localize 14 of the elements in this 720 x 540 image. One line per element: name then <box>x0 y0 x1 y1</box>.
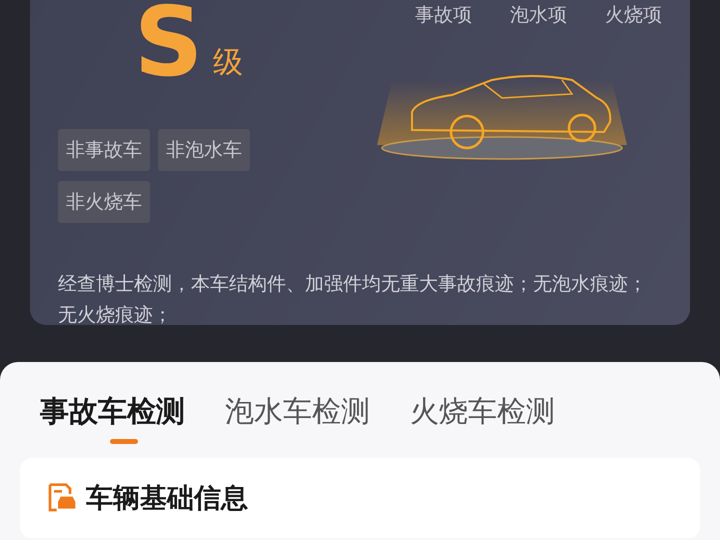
grade-suffix: 级 <box>213 44 244 82</box>
tab[interactable]: 事故车检测 <box>40 388 185 446</box>
section-title: 车辆基础信息 <box>86 482 248 516</box>
car-document-icon <box>46 482 78 514</box>
tab[interactable]: 火烧车检测 <box>410 388 555 446</box>
check-item-label: 火烧项 <box>605 3 662 28</box>
result-tag: 非火烧车 <box>58 181 150 223</box>
result-tag: 非泡水车 <box>158 129 250 171</box>
result-tag: 非事故车 <box>58 129 150 171</box>
grade-letter: S <box>134 0 204 85</box>
check-item-label: 事故项 <box>415 3 472 28</box>
tab[interactable]: 泡水车检测 <box>225 388 370 446</box>
summary-text: 经查博士检测，本车结构件、加强件均无重大事故痕迹；无泡水痕迹；无火烧痕迹； <box>58 272 648 328</box>
check-item-label: 泡水项 <box>510 3 567 28</box>
